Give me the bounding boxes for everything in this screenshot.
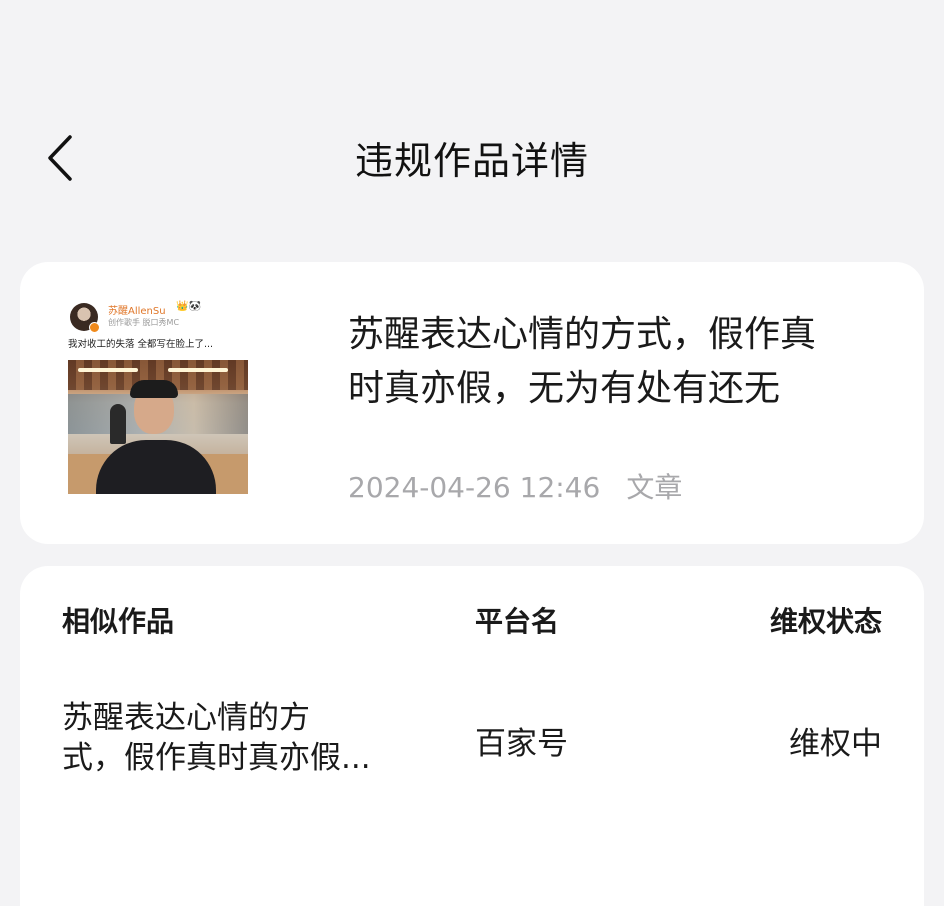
crown-panda-icon: 👑🐼	[176, 301, 201, 312]
similar-works-table: 相似作品 平台名 维权状态 苏醒表达心情的方 式，假作真时真亦假... 百家号 …	[20, 566, 924, 906]
table-row[interactable]: 苏醒表达心情的方 式，假作真时真亦假... 百家号 维权中	[20, 686, 924, 796]
work-title[interactable]: 苏醒表达心情的方式，假作真 时真亦假，无为有处有还无	[348, 308, 888, 416]
column-header-platform: 平台名	[475, 605, 560, 638]
work-type: 文章	[626, 471, 683, 504]
thumbnail-username: 苏醒AllenSu	[108, 306, 166, 317]
similar-work-title: 苏醒表达心情的方 式，假作真时真亦假...	[62, 698, 422, 778]
thumbnail-photo	[68, 360, 248, 494]
thumbnail-user-meta: 创作歌手 脱口秀MC	[108, 318, 180, 327]
similar-work-title-line-2: 式，假作真时真亦假...	[62, 740, 371, 776]
violating-work-card: 苏醒AllenSu 👑🐼 创作歌手 脱口秀MC 我对收工的失落 全都写在脸上了.…	[20, 262, 924, 544]
column-header-similar-work: 相似作品	[62, 605, 175, 638]
work-title-line-1: 苏醒表达心情的方式，假作真	[348, 314, 817, 355]
work-title-line-2: 时真亦假，无为有处有还无	[348, 368, 781, 409]
column-header-status: 维权状态	[769, 605, 882, 638]
work-datetime: 2024-04-26 12:46	[348, 471, 601, 504]
page-title: 违规作品详情	[354, 139, 589, 183]
top-navigation-bar: 违规作品详情	[0, 100, 944, 210]
platform-name: 百家号	[475, 726, 568, 762]
similar-work-title-line-1: 苏醒表达心情的方	[62, 700, 310, 736]
thumbnail-caption: 我对收工的失落 全都写在脸上了...	[68, 339, 214, 350]
thumbnail-header: 苏醒AllenSu 👑🐼 创作歌手 脱口秀MC	[68, 298, 250, 334]
verified-badge-icon	[89, 322, 100, 333]
rights-status: 维权中	[789, 726, 882, 762]
work-meta: 2024-04-26 12:46 文章	[348, 466, 682, 506]
work-thumbnail[interactable]: 苏醒AllenSu 👑🐼 创作歌手 脱口秀MC 我对收工的失落 全都写在脸上了.…	[68, 298, 250, 500]
